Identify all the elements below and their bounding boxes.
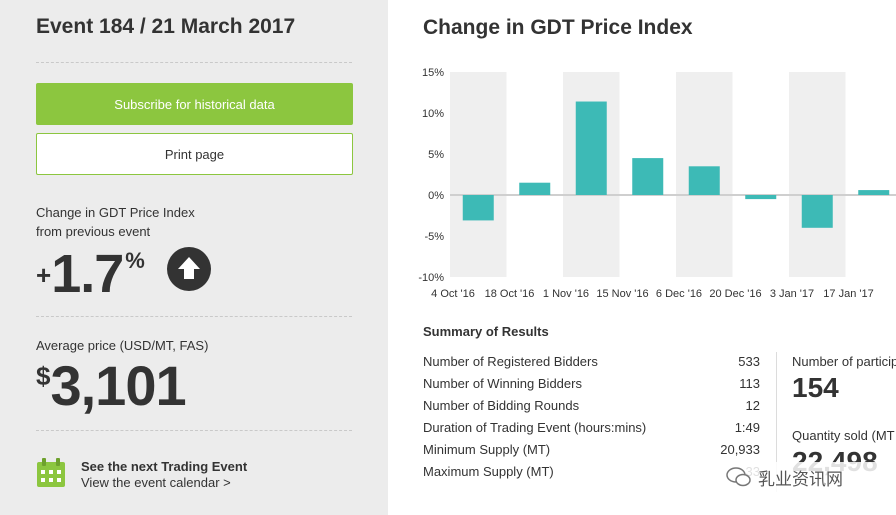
divider [36,62,352,63]
chart-bar[interactable] [688,166,720,195]
calendar-icon [36,458,66,488]
y-tick-label: 0% [428,190,444,202]
summary-row-label: Number of Bidding Rounds [423,398,580,413]
change-unit: % [125,248,145,273]
divider [36,316,352,317]
x-tick-label: 3 Jan '17 [770,288,814,300]
summary-row-value: 20,933 [720,442,760,457]
summary-row: Duration of Trading Event (hours:mins) 1… [423,420,760,440]
change-label: Change in GDT Price Index [36,205,195,220]
event-title: Event 184 / 21 March 2017 [36,15,296,38]
summary-row-value: 1:49 [734,420,760,435]
chart-bar[interactable] [575,101,607,195]
chart-band [450,72,507,277]
event-sidebar: Event 184 / 21 March 2017 Subscribe for … [0,0,388,515]
currency-symbol: $ [36,361,51,391]
change-value: + 1.7 % [36,244,145,304]
y-tick-label: 5% [428,149,444,161]
average-price-value: $ 3,101 [36,354,187,417]
chart-bar[interactable] [858,190,890,195]
print-page-button[interactable]: Print page [36,133,353,175]
subscribe-button[interactable]: Subscribe for historical data [36,83,353,125]
summary-row-value: 113 [739,376,760,391]
summary-row-label: Maximum Supply (MT) [423,464,554,479]
average-price-label: Average price (USD/MT, FAS) [36,338,209,353]
y-tick-label: -10% [418,272,444,284]
summary-row-label: Number of Winning Bidders [423,376,582,391]
summary-title: Summary of Results [423,324,549,339]
arrow-up-icon [167,247,211,291]
price-number: 3,101 [50,354,186,417]
x-tick-label: 4 Oct '16 [431,288,475,300]
price-index-chart: 15% 10% 5% 0% -5% -10% 4 Oct '16 18 Oct '16 1 N… [418,67,896,300]
summary-row: Maximum Supply (MT) 33 [423,464,760,484]
summary-row: Number of Winning Bidders 113 [423,376,760,396]
next-event-title[interactable]: See the next Trading Event [81,459,247,474]
x-tick-label: 17 Jan '17 [823,288,873,300]
x-tick-label: 18 Oct '16 [485,288,535,300]
chart-band [789,72,846,277]
watermark: 乳业资讯网 [726,462,896,492]
participants-value: 154 [792,372,839,403]
change-sign: + [36,260,52,290]
wechat-icon [726,467,751,487]
divider [36,430,352,431]
x-tick-label: 20 Dec '16 [709,288,761,300]
x-tick-label: 15 Nov '16 [596,288,648,300]
change-number: 1.7 [51,244,124,304]
summary-row: Minimum Supply (MT) 20,933 [423,442,760,462]
summary-row: Number of Registered Bidders 533 [423,354,760,374]
event-calendar-link[interactable]: View the event calendar > [81,475,231,490]
summary-row-label: Number of Registered Bidders [423,354,598,369]
summary-row-label: Duration of Trading Event (hours:mins) [423,420,647,435]
summary-row: Number of Bidding Rounds 12 [423,398,760,418]
change-sublabel: from previous event [36,224,151,239]
x-tick-label: 6 Dec '16 [656,288,702,300]
y-tick-label: 15% [422,67,444,79]
chart-title: Change in GDT Price Index [423,16,693,39]
x-tick-label: 1 Nov '16 [543,288,589,300]
participants-label: Number of particip [792,354,896,369]
chart-bar[interactable] [632,158,664,195]
y-tick-label: 10% [422,108,444,120]
chart-bar[interactable] [519,182,551,195]
y-tick-label: -5% [424,231,444,243]
watermark-text: 乳业资讯网 [758,469,843,489]
chart-bar[interactable] [462,195,494,221]
chart-bar[interactable] [745,195,777,200]
summary-row-value: 12 [745,398,760,413]
quantity-sold-label: Quantity sold (MT [792,428,895,443]
chart-bar[interactable] [801,195,833,228]
summary-row-value: 533 [738,354,760,369]
summary-row-label: Minimum Supply (MT) [423,442,551,457]
